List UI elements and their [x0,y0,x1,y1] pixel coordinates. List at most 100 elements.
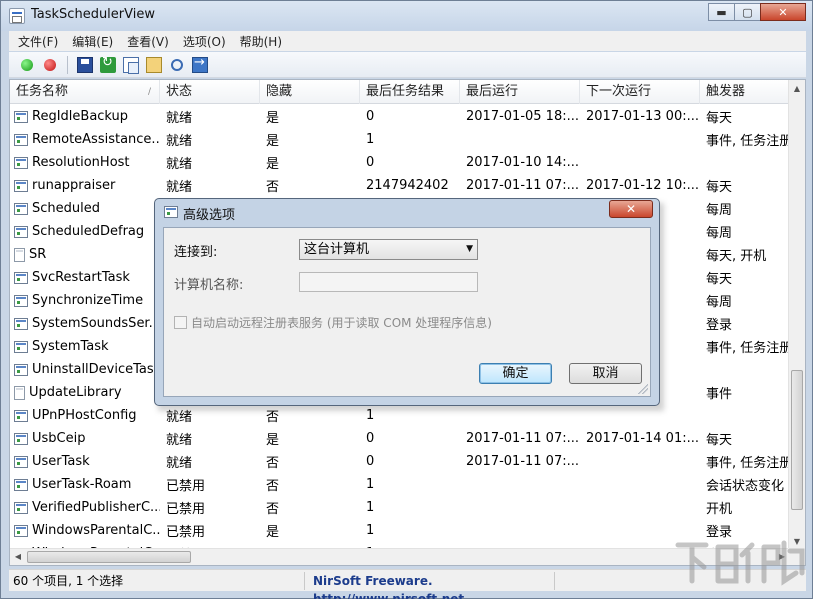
status-cell: 就绪 [166,111,193,126]
last-result-cell: 1 [366,132,375,147]
refresh-icon[interactable] [100,55,116,73]
scroll-corner [788,548,805,565]
table-row[interactable]: runappraiser 就绪 否 2147942402 2017-01-11 07:.… [10,174,790,197]
column-label: 最后任务结果 [366,84,445,99]
status-cell: 就绪 [166,180,193,195]
computer-name-input[interactable] [299,272,478,292]
task-icon [14,409,28,422]
nirsoft-link[interactable]: NirSoft Freeware. http://www.nirsoft.net [305,571,555,599]
remote-registry-option[interactable]: 自动启动远程注册表服务 (用于读取 COM 处理程序信息) [174,314,492,331]
hidden-cell: 是 [266,157,280,172]
save-icon[interactable] [77,56,93,73]
table-row[interactable]: ResolutionHost 就绪 是 0 2017-01-10 14:... [10,151,790,174]
trigger-cell: 登录 [706,318,733,333]
copy-icon[interactable] [123,56,139,74]
task-name-cell: UserTask [10,454,160,469]
task-icon [14,478,28,491]
table-row[interactable]: UserTask 就绪 否 0 2017-01-11 07:... 事件, 任务注册 [10,450,790,473]
task-icon [14,156,28,169]
table-row[interactable]: RemoteAssistance... 就绪 是 1 事件, 任务注册 [10,128,790,151]
close-button[interactable]: ✕ [760,3,806,21]
trigger-cell: 每天 [706,272,733,287]
disable-icon[interactable] [44,58,56,71]
horizontal-scroll-thumb[interactable] [27,551,191,563]
trigger-cell: 登录 [706,525,733,540]
task-name-cell: SystemTask [10,339,160,354]
last-run-cell: 2017-01-05 18:... [466,109,580,124]
status-cell: 就绪 [166,157,193,172]
trigger-cell: 每周 [706,295,733,310]
task-name-cell: UninstallDeviceTask [10,362,160,377]
status-cell: 已禁用 [166,525,206,540]
column-task-name[interactable]: 任务名称 ∕ [10,80,160,104]
column-status[interactable]: 状态 [160,80,260,104]
last-result-cell: 0 [366,454,375,469]
dialog-close-button[interactable]: ✕ [609,200,653,218]
column-hidden[interactable]: 隐藏 [260,80,360,104]
next-run-cell: 2017-01-14 01:... [586,431,700,446]
table-row[interactable]: WindowsParentalC... 已禁用 是 1 登录 [10,519,790,542]
task-name-text: SynchronizeTime [32,293,144,308]
task-name-text: RemoteAssistance... [32,132,160,147]
horizontal-scrollbar[interactable]: ◀ ▶ [10,548,790,565]
task-icon [14,340,28,353]
last-result-cell: 0 [366,431,375,446]
last-run-cell: 2017-01-11 07:... [466,454,580,469]
menu-options[interactable]: 选项(O) [176,33,233,50]
task-icon [14,524,28,537]
task-name-cell: SynchronizeTime [10,293,160,308]
menu-view[interactable]: 查看(V) [120,33,176,50]
title-bar[interactable]: TaskSchedulerView ▬ ▢ ✕ [1,1,812,31]
task-name-text: RegIdleBackup [32,109,129,124]
enable-icon[interactable] [21,58,33,71]
hidden-cell: 是 [266,525,280,540]
ok-button[interactable]: 确定 [479,363,552,384]
maximize-button[interactable]: ▢ [734,3,761,21]
column-last-result[interactable]: 最后任务结果 [360,80,460,104]
minimize-button[interactable]: ▬ [708,3,735,21]
trigger-cell: 每周 [706,226,733,241]
connect-select[interactable]: 这台计算机 ▼ [299,239,478,260]
column-trigger[interactable]: 触发器 [700,80,790,104]
scroll-left-icon[interactable]: ◀ [10,549,26,565]
task-icon [14,271,28,284]
task-name-cell: RegIdleBackup [10,109,160,124]
table-row[interactable]: VerifiedPublisherC... 已禁用 否 1 开机 [10,496,790,519]
hidden-cell: 否 [266,479,280,494]
task-name-cell: SvcRestartTask [10,270,160,285]
status-cell: 就绪 [166,433,193,448]
task-name-text: VerifiedPublisherC... [32,500,160,515]
resize-grip-icon[interactable] [638,384,648,394]
exit-icon[interactable] [192,55,208,73]
window-controls: ▬ ▢ ✕ [708,3,806,21]
task-icon [14,363,28,376]
status-cell: 已禁用 [166,479,206,494]
table-row[interactable]: UserTask-Roam 已禁用 否 1 会话状态变化 [10,473,790,496]
task-name-text: SystemSoundsSer... [32,316,160,331]
task-name-cell: WindowsParentalC... [10,523,160,538]
properties-icon[interactable] [146,56,162,73]
chevron-down-icon: ▼ [466,244,473,254]
dialog-title: 高级选项 [183,208,236,223]
advanced-options-dialog: 高级选项 ✕ 连接到: 这台计算机 ▼ 计算机名称: 自动启动远程注册表服务 (… [154,198,660,406]
table-row[interactable]: UsbCeip 就绪 是 0 2017-01-11 07:... 2017-01-14 0… [10,427,790,450]
trigger-cell: 每天 [706,111,733,126]
vertical-scroll-thumb[interactable] [791,370,803,510]
menu-help[interactable]: 帮助(H) [233,33,289,50]
task-name-text: ResolutionHost [32,155,130,170]
remote-registry-checkbox[interactable] [174,316,187,329]
cancel-button[interactable]: 取消 [569,363,642,384]
task-name-cell: SR [10,247,160,262]
menu-edit[interactable]: 编辑(E) [65,33,120,50]
column-next-run[interactable]: 下一次运行 [580,80,700,104]
task-name-text: UpdateLibrary [29,385,122,400]
find-icon[interactable] [171,58,183,71]
vertical-scrollbar[interactable]: ▲ ▼ [788,80,805,550]
scroll-up-icon[interactable]: ▲ [789,80,805,97]
menu-file[interactable]: 文件(F) [11,33,65,50]
hidden-cell: 是 [266,134,280,149]
column-last-run[interactable]: 最后运行 [460,80,580,104]
menu-bar: 文件(F) 编辑(E) 查看(V) 选项(O) 帮助(H) [9,31,806,51]
column-label: 触发器 [706,84,746,99]
table-row[interactable]: RegIdleBackup 就绪 是 0 2017-01-05 18:... 2017-0… [10,105,790,128]
